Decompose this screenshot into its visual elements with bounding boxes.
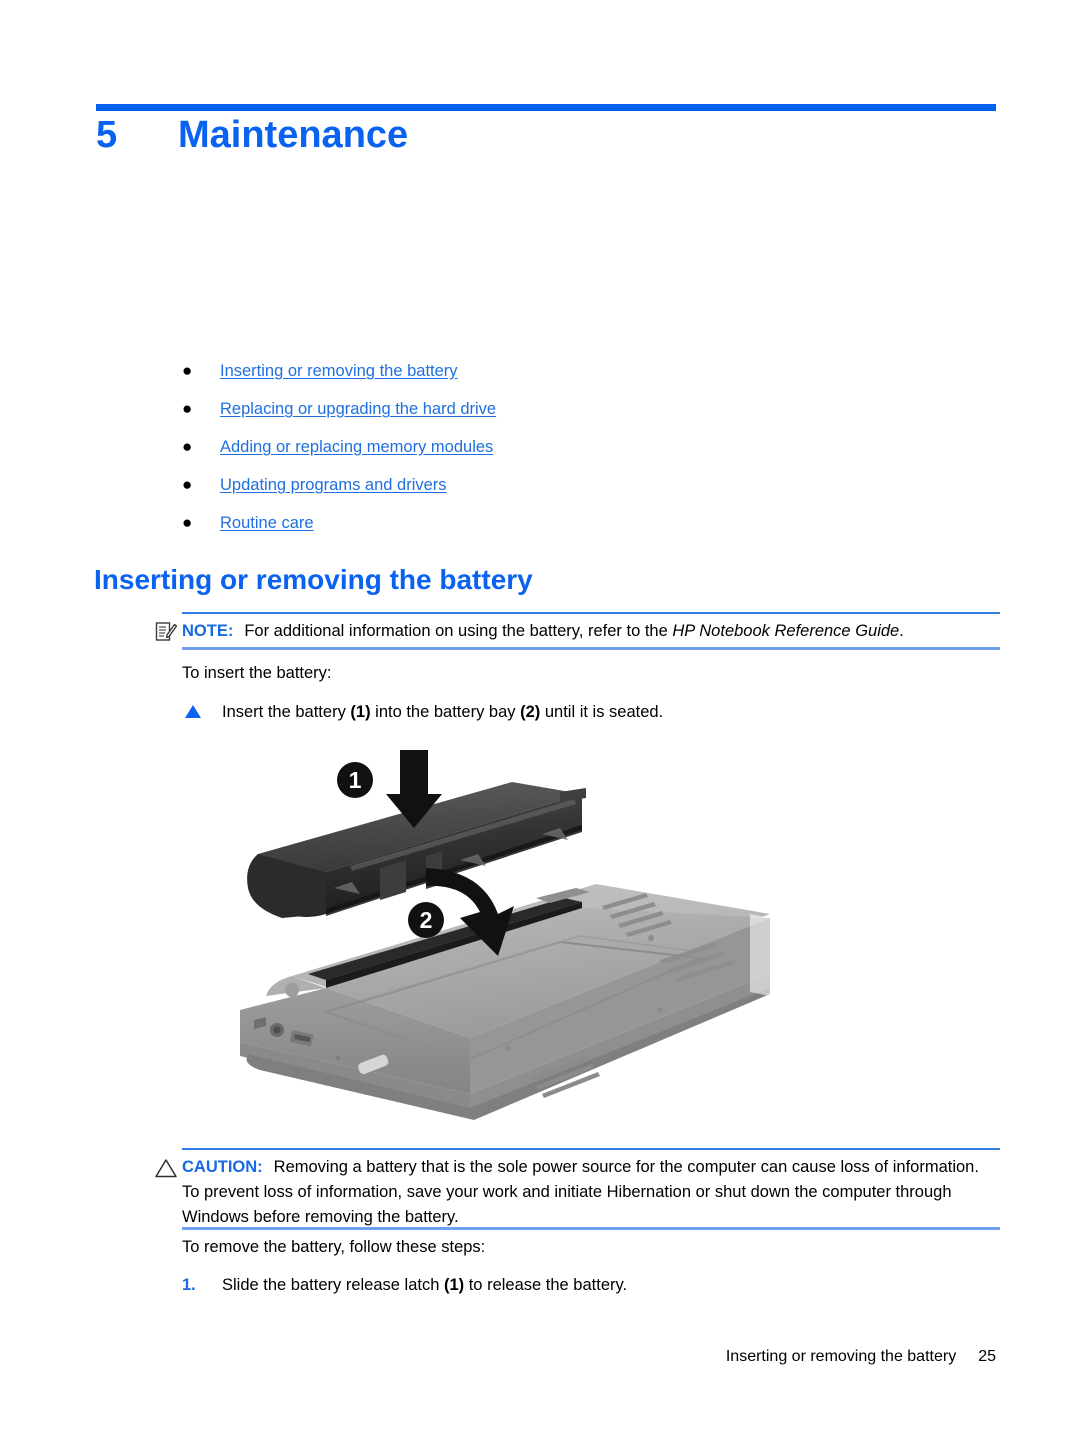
caution-text: Removing a battery that is the sole powe… <box>182 1158 979 1226</box>
remove-intro-text: To remove the battery, follow these step… <box>182 1238 486 1256</box>
caution-top-rule <box>182 1148 1000 1150</box>
callout-ref-1: (1) <box>443 1276 465 1294</box>
chapter-divider-rule <box>96 104 996 111</box>
caution-body: CAUTION: Removing a battery that is the s… <box>152 1148 1000 1238</box>
bullet-icon: ● <box>182 513 193 532</box>
callout-ref-1: (1) <box>350 703 371 721</box>
remove-step-text-2: to release the battery. <box>464 1276 628 1294</box>
link-inserting-or-removing-the-battery[interactable]: Inserting or removing the battery <box>220 362 458 381</box>
svg-text:2: 2 <box>420 907 433 933</box>
link-updating-programs-and-drivers[interactable]: Updating programs and drivers <box>220 476 447 495</box>
note-label: NOTE: <box>182 622 234 640</box>
bullet-icon: ● <box>182 437 193 456</box>
bullet-icon: ● <box>182 399 193 418</box>
note-body: NOTE: For additional information on using… <box>152 612 1000 651</box>
page-footer: Inserting or removing the battery 25 <box>96 1348 996 1366</box>
note-bottom-rule <box>182 647 1000 650</box>
insert-step: Insert the battery (1) into the battery … <box>182 701 982 723</box>
note-text-before: For additional information on using the … <box>244 622 673 640</box>
warning-triangle-icon <box>154 1157 178 1179</box>
note-text-after: . <box>899 622 904 640</box>
caution-admonition: CAUTION: Removing a battery that is the s… <box>152 1148 1000 1230</box>
insert-step-text: Insert the battery (1) into the battery … <box>222 701 663 723</box>
note-admonition: NOTE: For additional information on using… <box>152 612 1000 650</box>
insert-step-text-1: Insert the battery <box>222 703 351 721</box>
remove-step-1: 1. Slide the battery release latch (1) t… <box>182 1274 982 1296</box>
remove-step-text-1: Slide the battery release latch <box>222 1276 444 1294</box>
chapter-number: 5 <box>96 114 118 156</box>
svg-text:1: 1 <box>349 767 362 793</box>
link-replacing-or-upgrading-the-hard-drive[interactable]: Replacing or upgrading the hard drive <box>220 400 496 419</box>
caution-bottom-rule <box>182 1227 1000 1230</box>
chapter-contents-list: ● Inserting or removing the battery ● Re… <box>182 362 942 552</box>
insert-step-text-2: into the battery bay <box>370 703 521 721</box>
triangle-bullet-icon <box>182 701 222 721</box>
note-text-italic: HP Notebook Reference Guide <box>672 622 900 640</box>
note-top-rule <box>182 612 1000 614</box>
list-item[interactable]: ● Updating programs and drivers <box>182 476 942 514</box>
list-item[interactable]: ● Replacing or upgrading the hard drive <box>182 400 942 438</box>
footer-section-title: Inserting or removing the battery <box>725 1348 957 1365</box>
footer-page-number: 25 <box>978 1348 996 1365</box>
battery-insertion-illustration: 1 2 <box>230 742 790 1142</box>
bullet-icon: ● <box>182 361 193 380</box>
bullet-icon: ● <box>182 475 193 494</box>
link-adding-or-replacing-memory-modules[interactable]: Adding or replacing memory modules <box>220 438 493 457</box>
insert-intro-text: To insert the battery: <box>182 664 332 682</box>
laptop-bottom-part <box>240 884 790 1120</box>
step-number: 1. <box>182 1276 196 1294</box>
list-item[interactable]: ● Routine care <box>182 514 942 552</box>
note-pencil-icon <box>154 621 178 643</box>
link-routine-care[interactable]: Routine care <box>220 514 314 533</box>
remove-step-1-text: Slide the battery release latch (1) to r… <box>222 1274 627 1296</box>
section-heading: Inserting or removing the battery <box>94 564 533 595</box>
page-title: 5 Maintenance <box>96 114 996 157</box>
document-page: 5 Maintenance ● Inserting or removing the… <box>0 0 1080 1437</box>
list-item[interactable]: ● Adding or replacing memory modules <box>182 438 942 476</box>
list-item[interactable]: ● Inserting or removing the battery <box>182 362 942 400</box>
insert-step-text-3: until it is seated. <box>540 703 664 721</box>
callout-ref-2: (2) <box>520 703 541 721</box>
chapter-title-text: Maintenance <box>178 114 409 156</box>
caution-label: CAUTION: <box>182 1158 263 1176</box>
